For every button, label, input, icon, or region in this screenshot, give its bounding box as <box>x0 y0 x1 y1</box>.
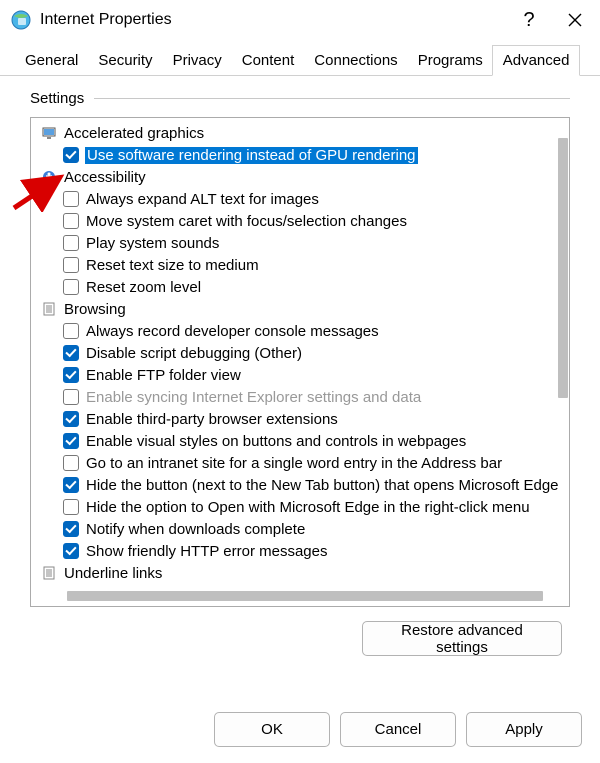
restore-row: Restore advanced settings <box>30 607 570 656</box>
tree-item-label: Move system caret with focus/selection c… <box>85 213 408 230</box>
checkbox[interactable] <box>63 235 79 251</box>
tree-group-label: Accessibility <box>63 169 147 186</box>
restore-advanced-settings-button[interactable]: Restore advanced settings <box>362 621 562 656</box>
tree-group[interactable]: Accessibility <box>31 166 569 188</box>
tab-programs[interactable]: Programs <box>407 45 494 76</box>
help-button[interactable]: ? <box>506 0 552 40</box>
ok-button[interactable]: OK <box>214 712 330 747</box>
fieldset-settings: Settings <box>30 90 570 107</box>
horizontal-scrollbar[interactable] <box>67 591 543 601</box>
tree-item-label: Always expand ALT text for images <box>85 191 320 208</box>
tree-group-label: Browsing <box>63 301 127 318</box>
tab-strip: General Security Privacy Content Connect… <box>0 40 600 76</box>
tab-general[interactable]: General <box>14 45 89 76</box>
checkbox[interactable] <box>63 499 79 515</box>
tree-item[interactable]: Use software rendering instead of GPU re… <box>31 144 569 166</box>
fieldset-divider <box>94 98 570 99</box>
checkbox[interactable] <box>63 543 79 559</box>
tab-content-area: Settings Accelerated graphics Use softwar… <box>0 76 600 656</box>
fieldset-label-text: Settings <box>30 90 84 107</box>
tree-item[interactable]: Enable visual styles on buttons and cont… <box>31 430 569 452</box>
titlebar: Internet Properties ? <box>0 0 600 40</box>
tree-item-label: Enable FTP folder view <box>85 367 242 384</box>
checkbox[interactable] <box>63 191 79 207</box>
tab-connections[interactable]: Connections <box>303 45 408 76</box>
checkbox[interactable] <box>63 367 79 383</box>
close-button[interactable] <box>552 0 598 40</box>
tree-item[interactable]: Reset zoom level <box>31 276 569 298</box>
tree-item-label: Enable syncing Internet Explorer setting… <box>85 389 422 406</box>
tab-content[interactable]: Content <box>231 45 306 76</box>
tree-group-label: Accelerated graphics <box>63 125 205 142</box>
tree-group[interactable]: Underline links <box>31 562 569 584</box>
doc-icon <box>41 301 57 317</box>
tree-item-label: Go to an intranet site for a single word… <box>85 455 503 472</box>
tab-security[interactable]: Security <box>87 45 163 76</box>
tree-item[interactable]: Hide the option to Open with Microsoft E… <box>31 496 569 518</box>
tree-item[interactable]: Always expand ALT text for images <box>31 188 569 210</box>
checkbox[interactable] <box>63 477 79 493</box>
tab-advanced[interactable]: Advanced <box>492 45 581 76</box>
vertical-scrollbar[interactable] <box>558 138 568 398</box>
tree-item[interactable]: Always record developer console messages <box>31 320 569 342</box>
tree-group-label: Underline links <box>63 565 163 582</box>
window-title: Internet Properties <box>40 11 506 29</box>
tree-item-label: Play system sounds <box>85 235 220 252</box>
dialog-buttons: OK Cancel Apply <box>214 712 582 747</box>
checkbox[interactable] <box>63 323 79 339</box>
checkbox[interactable] <box>63 345 79 361</box>
tree-item[interactable]: Play system sounds <box>31 232 569 254</box>
checkbox[interactable] <box>63 147 79 163</box>
tree-item-label: Always record developer console messages <box>85 323 380 340</box>
tree-viewport: Accelerated graphics Use software renderi… <box>31 118 569 606</box>
tree-item[interactable]: Enable FTP folder view <box>31 364 569 386</box>
checkbox[interactable] <box>63 521 79 537</box>
tree-item-label: Use software rendering instead of GPU re… <box>85 147 418 164</box>
tree-item[interactable]: Show friendly HTTP error messages <box>31 540 569 562</box>
checkbox[interactable] <box>63 411 79 427</box>
checkbox[interactable] <box>63 389 79 405</box>
tree-item[interactable]: Hide the button (next to the New Tab but… <box>31 474 569 496</box>
tree-group[interactable]: Browsing <box>31 298 569 320</box>
tree-item-label: Reset text size to medium <box>85 257 260 274</box>
tree-item[interactable]: Go to an intranet site for a single word… <box>31 452 569 474</box>
access-icon <box>41 169 57 185</box>
tree-item-label: Notify when downloads complete <box>85 521 306 538</box>
app-icon <box>10 9 32 31</box>
tree-item[interactable]: Move system caret with focus/selection c… <box>31 210 569 232</box>
monitor-icon <box>41 125 57 141</box>
checkbox[interactable] <box>63 433 79 449</box>
cancel-button[interactable]: Cancel <box>340 712 456 747</box>
tree-item[interactable]: Reset text size to medium <box>31 254 569 276</box>
checkbox[interactable] <box>63 213 79 229</box>
checkbox[interactable] <box>63 279 79 295</box>
tree-content: Accelerated graphics Use software renderi… <box>31 118 569 584</box>
tree-item-label: Reset zoom level <box>85 279 202 296</box>
tree-item[interactable]: Enable syncing Internet Explorer setting… <box>31 386 569 408</box>
tree-item-label: Hide the button (next to the New Tab but… <box>85 477 560 494</box>
settings-tree: Accelerated graphics Use software renderi… <box>30 117 570 607</box>
tree-item-label: Show friendly HTTP error messages <box>85 543 328 560</box>
checkbox[interactable] <box>63 257 79 273</box>
tree-item[interactable]: Notify when downloads complete <box>31 518 569 540</box>
tree-item[interactable]: Enable third-party browser extensions <box>31 408 569 430</box>
tree-item-label: Enable visual styles on buttons and cont… <box>85 433 467 450</box>
doc-icon <box>41 565 57 581</box>
tree-item[interactable]: Disable script debugging (Other) <box>31 342 569 364</box>
apply-button[interactable]: Apply <box>466 712 582 747</box>
checkbox[interactable] <box>63 455 79 471</box>
tab-privacy[interactable]: Privacy <box>162 45 233 76</box>
tree-item-label: Disable script debugging (Other) <box>85 345 303 362</box>
tree-group[interactable]: Accelerated graphics <box>31 122 569 144</box>
tree-item-label: Hide the option to Open with Microsoft E… <box>85 499 531 516</box>
tree-item-label: Enable third-party browser extensions <box>85 411 339 428</box>
